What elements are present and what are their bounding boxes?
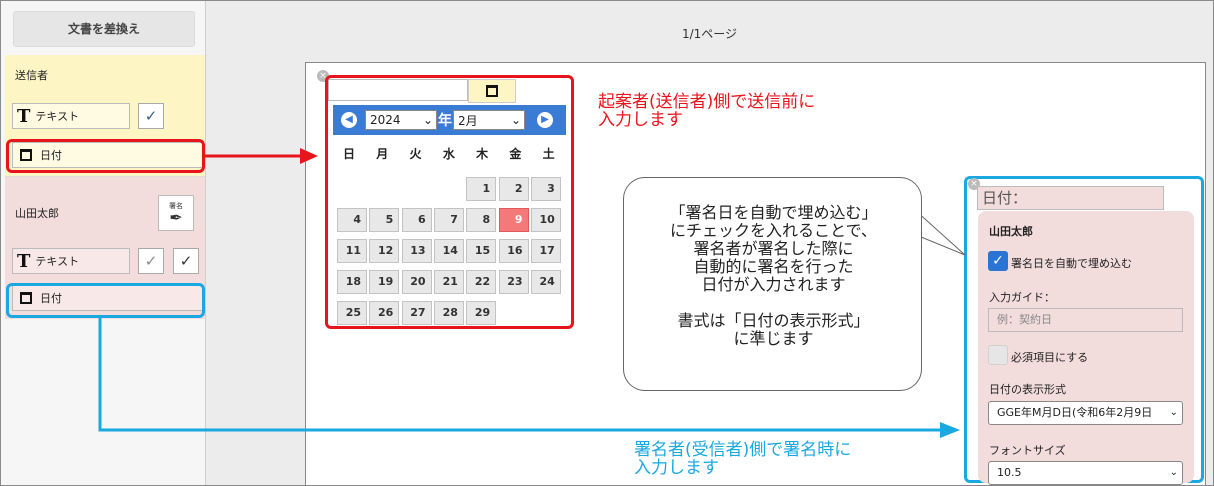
blue-arrow-head [940,422,960,438]
chevron-down-icon: ⌄ [1169,467,1178,478]
bubble-line: にチェックを入れることで、 [670,221,877,240]
date-format-select[interactable]: GGE年M月D日(令和6年2月9日 ⌄ [988,401,1183,425]
bubble-line: 日付が入力されます [701,275,846,294]
bubble-line: 署名者が署名した際に [693,239,854,258]
sender-note: 起案者(送信者)側で送信前に 入力します [598,93,815,129]
field-settings-panel: 山田太郎 ✓ 署名日を自動で埋め込む 入力ガイド： 例：契約日 必須項目にする … [978,211,1194,485]
signer-note-line: 署名者(受信者)側で署名時に [634,440,852,460]
font-size-select[interactable]: 10.5 ⌄ [988,461,1183,485]
red-arrow-head [300,148,318,164]
bubble-line: 「署名日を自動で埋め込む」 [669,203,878,222]
chevron-down-icon: ⌄ [1169,407,1178,418]
date-format-label: 日付の表示形式 [989,383,1066,396]
font-size-label: フォントサイズ [989,444,1066,457]
signer-note-line: 入力します [634,458,719,478]
auto-date-checkbox[interactable]: ✓ [988,251,1008,271]
sender-note-line: 入力します [598,110,683,130]
settings-signer-name: 山田太郎 [989,225,1033,238]
explanation-bubble: 「署名日を自動で埋め込む」 にチェックを入れることで、 署名者が署名した際に 自… [623,177,922,391]
bubble-line: に準じます [733,329,814,348]
sender-note-line: 起案者(送信者)側で送信前に [598,92,816,112]
signer-note: 署名者(受信者)側で署名時に 入力します [634,441,851,477]
bubble-line: 書式は「日付の表示形式」 [677,311,870,330]
bubble-line [624,294,923,312]
font-size-value: 10.5 [997,466,1022,479]
bubble-line: 自動的に署名を行った [693,257,854,276]
explanation-text: 「署名日を自動で埋め込む」 にチェックを入れることで、 署名者が署名した際に 自… [624,204,923,348]
input-guide-field[interactable]: 例：契約日 [988,308,1183,332]
required-label: 必須項目にする [1011,351,1089,364]
date-format-value: GGE年M月D日(令和6年2月9日 [997,406,1153,419]
auto-date-label: 署名日を自動で埋め込む [1011,257,1132,270]
required-checkbox[interactable] [988,345,1008,365]
input-guide-label: 入力ガイド： [989,291,1055,304]
date-field-on-document[interactable]: 日付： [977,186,1164,210]
